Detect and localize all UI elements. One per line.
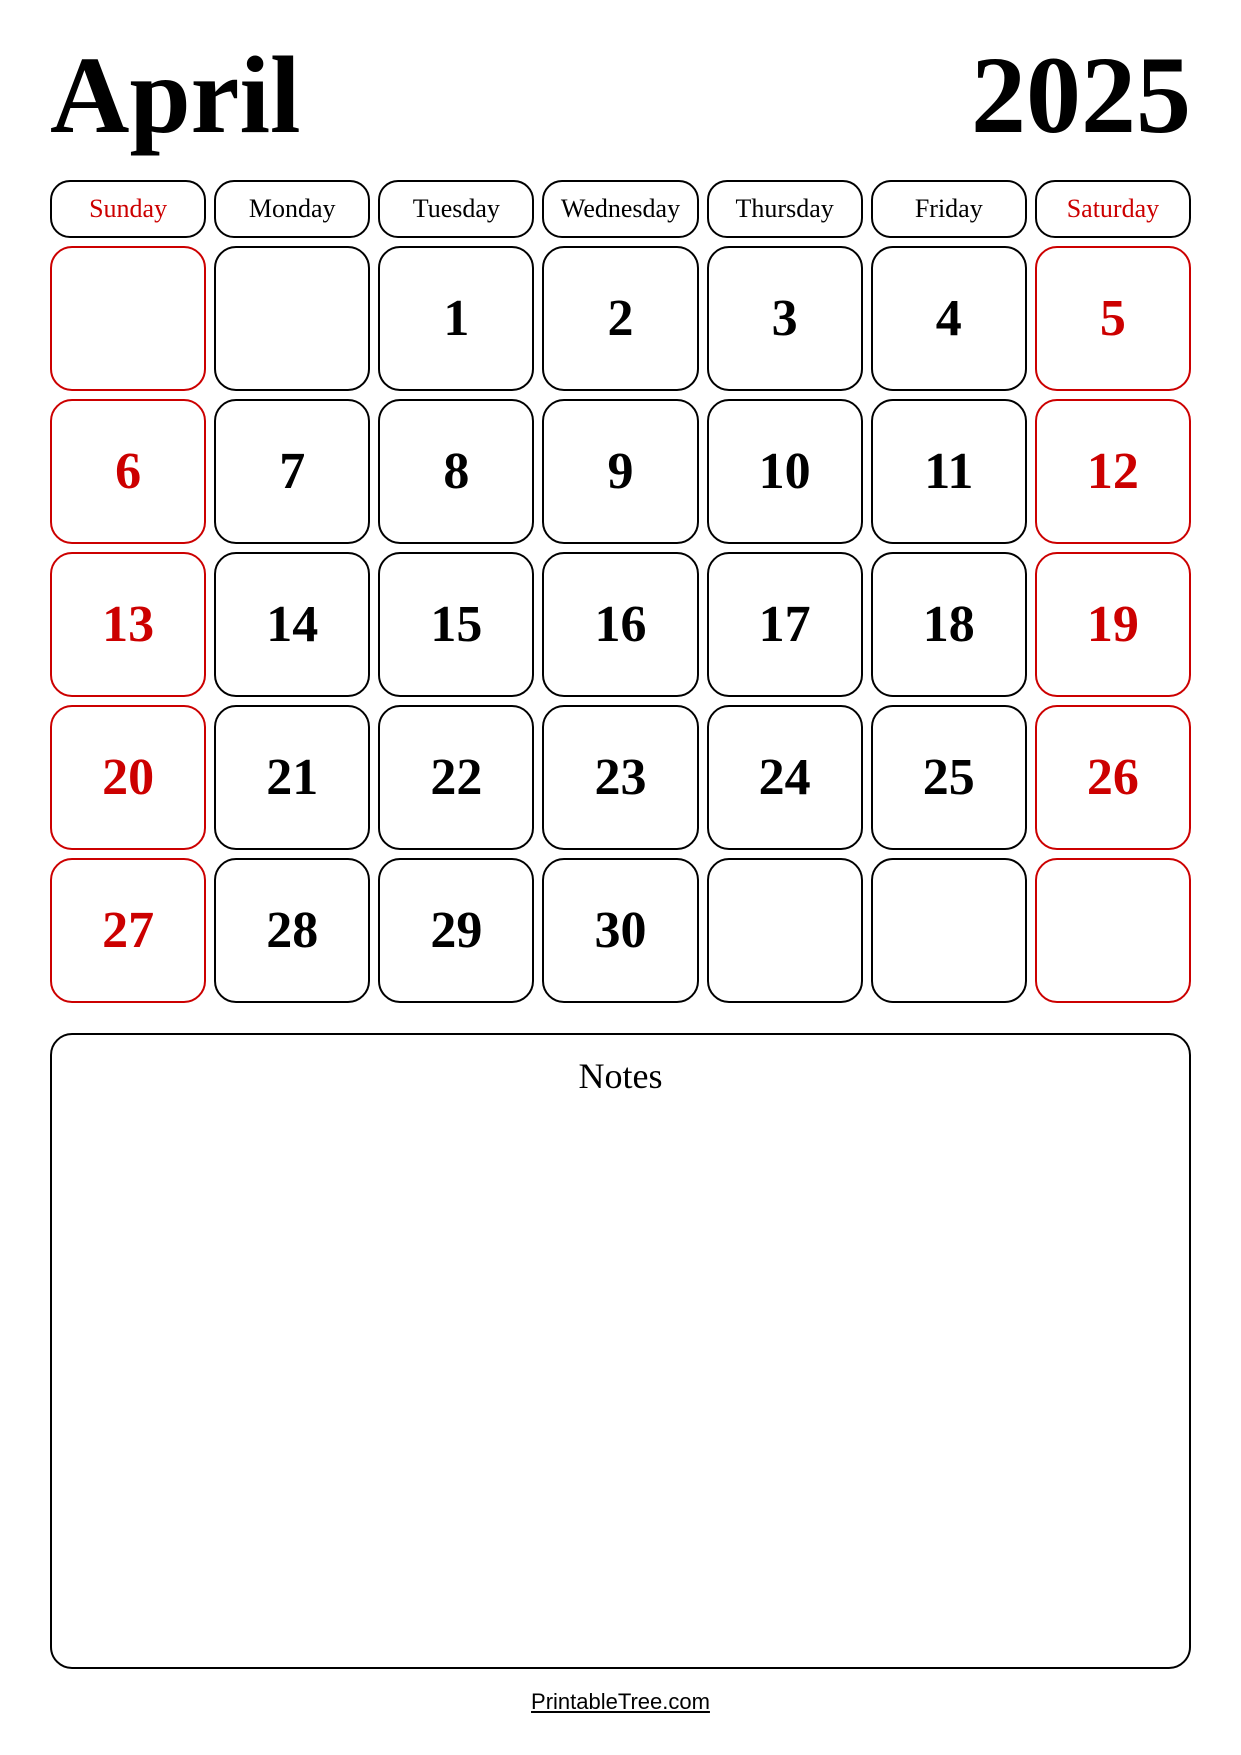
weekday-monday: Monday: [214, 180, 370, 238]
calendar-grid: Sunday Monday Tuesday Wednesday Thursday…: [50, 180, 1191, 1003]
day-empty-thu: [707, 858, 863, 1003]
day-3: 3: [707, 246, 863, 391]
day-21: 21: [214, 705, 370, 850]
day-9: 9: [542, 399, 698, 544]
day-25: 25: [871, 705, 1027, 850]
day-19: 19: [1035, 552, 1191, 697]
notes-title: Notes: [72, 1055, 1169, 1097]
calendar-page: April 2025 Sunday Monday Tuesday Wednesd…: [0, 0, 1241, 1755]
day-23: 23: [542, 705, 698, 850]
day-empty-1: [50, 246, 206, 391]
weekday-wednesday: Wednesday: [542, 180, 698, 238]
day-17: 17: [707, 552, 863, 697]
day-15: 15: [378, 552, 534, 697]
calendar-header: April 2025: [50, 40, 1191, 150]
day-10: 10: [707, 399, 863, 544]
day-26: 26: [1035, 705, 1191, 850]
year-title: 2025: [971, 40, 1191, 150]
weekday-tuesday: Tuesday: [378, 180, 534, 238]
day-5: 5: [1035, 246, 1191, 391]
day-empty-fri: [871, 858, 1027, 1003]
weekday-saturday: Saturday: [1035, 180, 1191, 238]
day-2: 2: [542, 246, 698, 391]
day-empty-sat: [1035, 858, 1191, 1003]
day-11: 11: [871, 399, 1027, 544]
weekday-thursday: Thursday: [707, 180, 863, 238]
day-empty-2: [214, 246, 370, 391]
day-13: 13: [50, 552, 206, 697]
day-20: 20: [50, 705, 206, 850]
weekday-sunday: Sunday: [50, 180, 206, 238]
day-6: 6: [50, 399, 206, 544]
notes-section[interactable]: Notes: [50, 1033, 1191, 1669]
day-16: 16: [542, 552, 698, 697]
month-title: April: [50, 40, 301, 150]
day-24: 24: [707, 705, 863, 850]
day-7: 7: [214, 399, 370, 544]
day-18: 18: [871, 552, 1027, 697]
day-29: 29: [378, 858, 534, 1003]
weekday-friday: Friday: [871, 180, 1027, 238]
day-8: 8: [378, 399, 534, 544]
day-14: 14: [214, 552, 370, 697]
day-4: 4: [871, 246, 1027, 391]
day-28: 28: [214, 858, 370, 1003]
day-1: 1: [378, 246, 534, 391]
day-12: 12: [1035, 399, 1191, 544]
day-30: 30: [542, 858, 698, 1003]
day-27: 27: [50, 858, 206, 1003]
footer-link[interactable]: PrintableTree.com: [50, 1689, 1191, 1715]
day-22: 22: [378, 705, 534, 850]
